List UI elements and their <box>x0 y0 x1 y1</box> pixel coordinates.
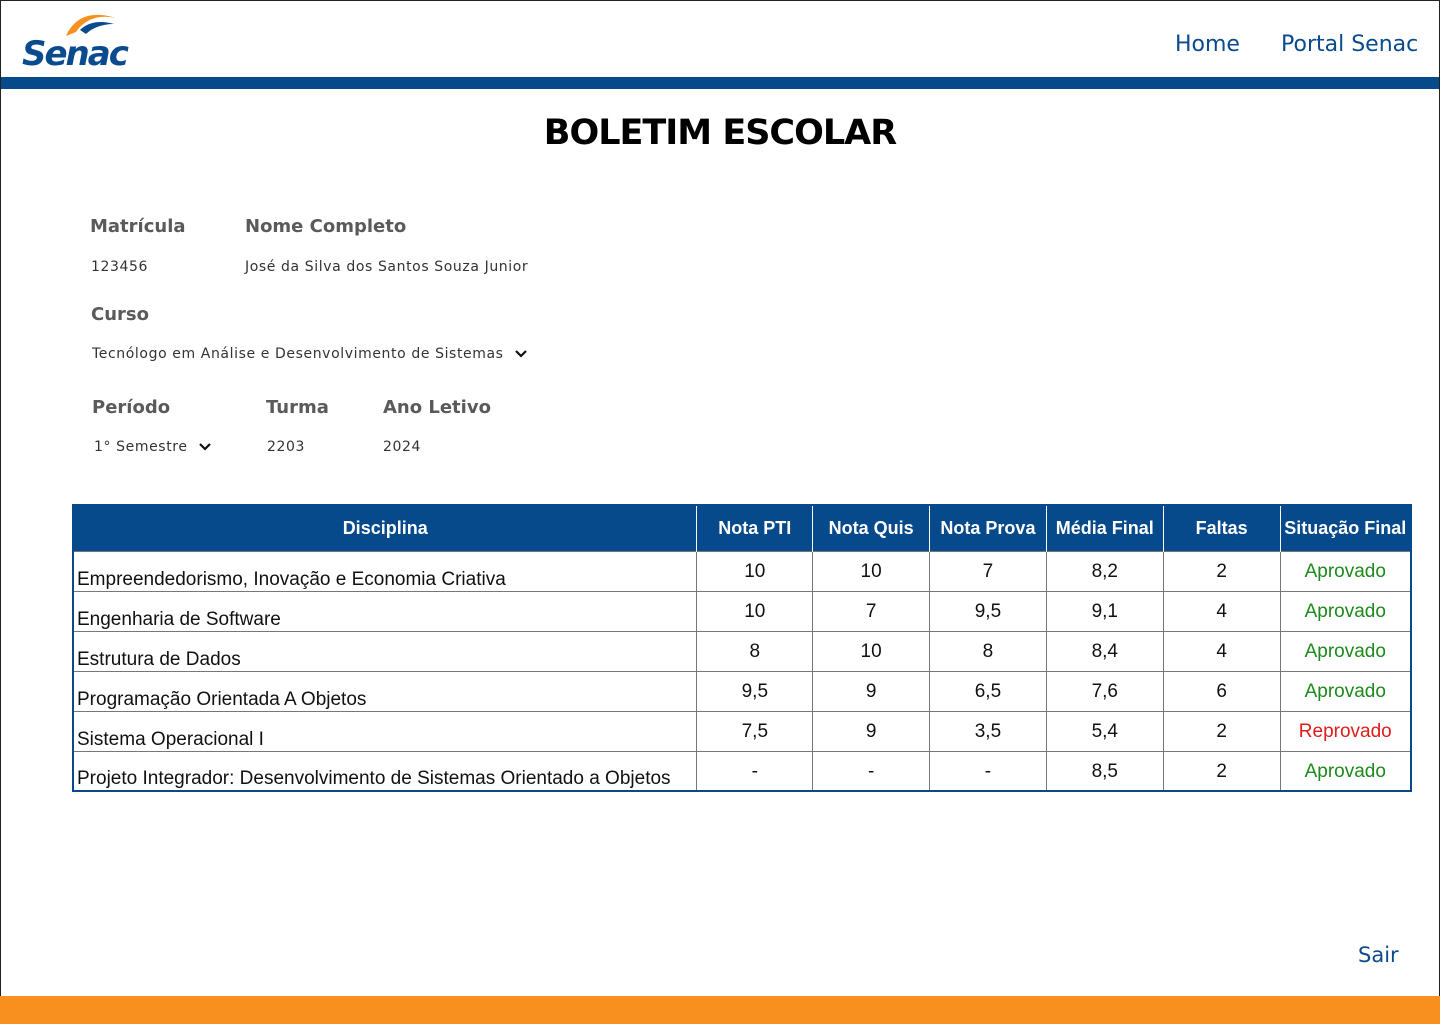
header-nota-pti: Nota PTI <box>696 505 814 551</box>
cell-media-final: 9,1 <box>1045 590 1164 632</box>
cell-nota-pti: - <box>696 750 814 792</box>
ano-letivo-value: 2024 <box>383 439 422 455</box>
cell-situacao-final: Reprovado <box>1279 710 1412 752</box>
turma-value: 2203 <box>267 439 306 455</box>
header-situacao-final: Situação Final <box>1280 505 1411 551</box>
periodo-label: Período <box>92 397 171 418</box>
cell-disciplina: Projeto Integrador: Desenvolvimento de S… <box>72 750 698 792</box>
cell-nota-prova: - <box>929 750 1047 792</box>
cell-disciplina: Engenharia de Software <box>72 590 698 632</box>
table-header-row: Disciplina Nota PTI Nota Quis Nota Prova… <box>73 505 1411 551</box>
cell-nota-quis: 10 <box>812 550 931 592</box>
cell-situacao-final: Aprovado <box>1279 590 1412 632</box>
nav-portal-senac-link[interactable]: Portal Senac <box>1281 32 1418 57</box>
cell-nota-quis: 7 <box>812 590 931 632</box>
header-disciplina: Disciplina <box>73 505 698 551</box>
cell-faltas: 4 <box>1162 630 1281 672</box>
cell-nota-pti: 10 <box>696 550 814 592</box>
header-media-final: Média Final <box>1046 505 1164 551</box>
ano-letivo-label: Ano Letivo <box>383 397 491 418</box>
cell-disciplina: Sistema Operacional I <box>72 710 698 752</box>
cell-faltas: 6 <box>1162 670 1281 712</box>
matricula-value: 123456 <box>91 259 149 275</box>
nav-home-link[interactable]: Home <box>1175 32 1240 57</box>
chevron-down-icon <box>198 443 211 451</box>
header-faltas: Faltas <box>1163 505 1281 551</box>
cell-situacao-final: Aprovado <box>1279 670 1412 712</box>
senac-logo[interactable]: Senac <box>22 8 129 74</box>
curso-value: Tecnólogo em Análise e Desenvolvimento d… <box>92 346 504 362</box>
cell-disciplina: Empreendedorismo, Inovação e Economia Cr… <box>72 550 698 592</box>
nome-completo-value: José da Silva dos Santos Souza Junior <box>245 259 529 275</box>
cell-media-final: 8,4 <box>1045 630 1164 672</box>
cell-nota-pti: 8 <box>696 630 814 672</box>
cell-faltas: 2 <box>1162 750 1281 792</box>
curso-label: Curso <box>91 304 149 325</box>
cell-nota-prova: 9,5 <box>929 590 1047 632</box>
footer-bar <box>0 996 1440 1024</box>
turma-label: Turma <box>266 397 329 418</box>
table-row: Engenharia de Software 10 7 9,5 9,1 4 Ap… <box>72 590 1412 632</box>
cell-nota-pti: 9,5 <box>696 670 814 712</box>
chevron-down-icon <box>514 350 527 358</box>
cell-media-final: 8,5 <box>1045 750 1164 792</box>
cell-situacao-final: Aprovado <box>1279 550 1412 592</box>
cell-nota-prova: 7 <box>929 550 1047 592</box>
cell-nota-quis: 10 <box>812 630 931 672</box>
cell-faltas: 2 <box>1162 550 1281 592</box>
cell-faltas: 2 <box>1162 710 1281 752</box>
cell-nota-quis: 9 <box>812 710 931 752</box>
logout-link[interactable]: Sair <box>1358 943 1399 967</box>
cell-nota-prova: 3,5 <box>929 710 1047 752</box>
cell-faltas: 4 <box>1162 590 1281 632</box>
cell-disciplina: Programação Orientada A Objetos <box>72 670 698 712</box>
table-row: Estrutura de Dados 8 10 8 8,4 4 Aprovado <box>72 630 1412 672</box>
header-nota-prova: Nota Prova <box>929 505 1047 551</box>
header-nota-quis: Nota Quis <box>812 505 931 551</box>
logo-text: Senac <box>22 34 129 74</box>
cell-nota-prova: 6,5 <box>929 670 1047 712</box>
cell-media-final: 8,2 <box>1045 550 1164 592</box>
page-title: BOLETIM ESCOLAR <box>543 113 897 153</box>
table-row: Sistema Operacional I 7,5 9 3,5 5,4 2 Re… <box>72 710 1412 752</box>
table-row: Projeto Integrador: Desenvolvimento de S… <box>72 750 1412 792</box>
periodo-value: 1° Semestre <box>94 439 188 455</box>
cell-disciplina: Estrutura de Dados <box>72 630 698 672</box>
table-row: Programação Orientada A Objetos 9,5 9 6,… <box>72 670 1412 712</box>
cell-situacao-final: Aprovado <box>1279 750 1412 792</box>
cell-nota-quis: - <box>812 750 931 792</box>
grades-table: Disciplina Nota PTI Nota Quis Nota Prova… <box>72 504 1412 792</box>
cell-situacao-final: Aprovado <box>1279 630 1412 672</box>
periodo-select[interactable]: 1° Semestre <box>94 439 212 455</box>
cell-media-final: 7,6 <box>1045 670 1164 712</box>
cell-nota-prova: 8 <box>929 630 1047 672</box>
curso-select[interactable]: Tecnólogo em Análise e Desenvolvimento d… <box>92 346 528 362</box>
nome-completo-label: Nome Completo <box>245 216 407 237</box>
table-row: Empreendedorismo, Inovação e Economia Cr… <box>72 550 1412 592</box>
cell-nota-pti: 7,5 <box>696 710 814 752</box>
header-bar <box>1 77 1439 89</box>
cell-nota-quis: 9 <box>812 670 931 712</box>
matricula-label: Matrícula <box>90 216 186 237</box>
cell-nota-pti: 10 <box>696 590 814 632</box>
cell-media-final: 5,4 <box>1045 710 1164 752</box>
